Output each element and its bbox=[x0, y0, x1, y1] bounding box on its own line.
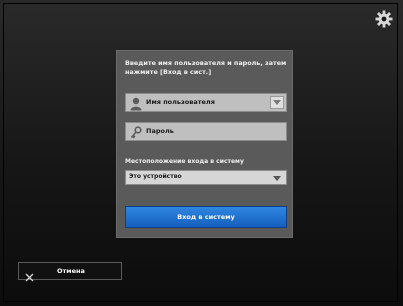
gear-icon[interactable] bbox=[375, 10, 393, 28]
signin-button[interactable]: Вход в систему bbox=[125, 206, 287, 228]
destination-select[interactable]: Это устройство bbox=[125, 170, 287, 185]
password-placeholder: Пароль bbox=[146, 127, 174, 135]
user-icon bbox=[130, 96, 142, 111]
login-dialog: Введите имя пользователя и пароль, затем… bbox=[116, 50, 293, 238]
key-icon bbox=[130, 125, 142, 139]
chevron-down-icon bbox=[273, 100, 281, 105]
destination-label: Местоположение входа в систему bbox=[125, 158, 244, 165]
password-field[interactable]: Пароль bbox=[125, 122, 287, 141]
cancel-button[interactable]: Отмена bbox=[18, 262, 122, 282]
username-placeholder: Имя пользователя bbox=[146, 98, 215, 106]
instruction-text: Введите имя пользователя и пароль, затем… bbox=[125, 59, 287, 76]
close-icon bbox=[25, 267, 34, 282]
destination-value: Это устройство bbox=[129, 173, 182, 180]
cancel-label: Отмена bbox=[57, 267, 85, 275]
chevron-down-icon bbox=[273, 176, 281, 181]
username-dropdown-button[interactable] bbox=[270, 96, 284, 109]
username-field[interactable]: Имя пользователя bbox=[125, 93, 287, 112]
